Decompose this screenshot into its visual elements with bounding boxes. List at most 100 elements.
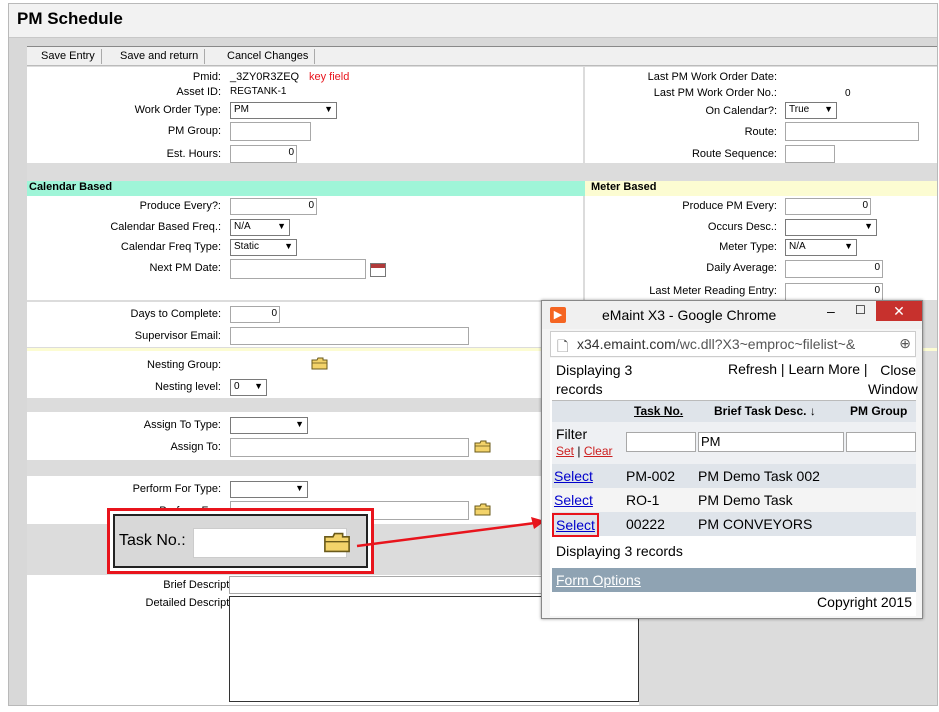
col-brief-task-desc[interactable]: Brief Task Desc. ↓ bbox=[714, 404, 816, 418]
assign-to-input[interactable] bbox=[230, 438, 469, 457]
nesting-level-label: Nesting level: bbox=[154, 381, 221, 393]
col-pm-group[interactable]: PM Group bbox=[850, 404, 907, 418]
folder-icon[interactable] bbox=[474, 440, 491, 453]
calendar-freq-select[interactable]: N/A ▼ bbox=[230, 219, 290, 236]
next-pm-date-input[interactable] bbox=[230, 259, 366, 279]
minimize-icon[interactable]: – bbox=[827, 303, 835, 319]
table-header: Task No. Brief Task Desc. ↓ PM Group bbox=[552, 400, 916, 422]
last-pm-no-value: 0 bbox=[845, 88, 851, 99]
produce-every-input[interactable]: 0 bbox=[230, 198, 317, 215]
zoom-icon[interactable]: ⊕ bbox=[899, 335, 911, 352]
col-brief-label: Brief Task Desc. bbox=[714, 404, 807, 418]
assign-to-label: Assign To: bbox=[170, 441, 221, 453]
refresh-link[interactable]: Refresh bbox=[728, 361, 777, 377]
chevron-down-icon: ▼ bbox=[295, 483, 304, 493]
row-brief-desc: PM Demo Task bbox=[698, 492, 793, 508]
emaint-popup-window: ▶ eMaint X3 - Google Chrome – ☐ ✕ 🗋 x34.e… bbox=[541, 300, 923, 619]
last-meter-reading-label: Last Meter Reading Entry: bbox=[649, 285, 777, 297]
perform-for-type-select[interactable]: ▼ bbox=[230, 481, 308, 498]
chevron-down-icon: ▼ bbox=[277, 221, 286, 231]
cancel-changes-button[interactable]: Cancel Changes bbox=[221, 49, 316, 64]
assign-to-type-label: Assign To Type: bbox=[143, 419, 221, 431]
filter-set-link[interactable]: Set bbox=[556, 444, 574, 458]
pmid-label: Pmid: bbox=[192, 71, 221, 83]
filter-links: Set | Clear bbox=[556, 444, 613, 458]
maximize-icon[interactable]: ☐ bbox=[855, 303, 866, 317]
meter-type-select[interactable]: N/A ▼ bbox=[785, 239, 857, 256]
chevron-down-icon: ▼ bbox=[864, 221, 873, 231]
est-hours-label: Est. Hours: bbox=[166, 148, 221, 160]
select-link[interactable]: Select bbox=[554, 468, 593, 484]
row-brief-desc: PM Demo Task 002 bbox=[698, 468, 820, 484]
filter-brief-input[interactable]: PM bbox=[698, 432, 844, 452]
est-hours-input[interactable]: 0 bbox=[230, 145, 297, 163]
displaying-records-bottom: Displaying 3 records bbox=[556, 543, 683, 559]
close-icon[interactable]: ✕ bbox=[876, 301, 922, 321]
folder-icon[interactable] bbox=[323, 532, 351, 553]
perform-for-type-label: Perform For Type: bbox=[132, 483, 221, 495]
last-meter-reading-input[interactable]: 0 bbox=[785, 283, 883, 301]
table-row: Select 00222 PM CONVEYORS bbox=[552, 512, 916, 537]
route-input[interactable] bbox=[785, 122, 919, 141]
form-options-bar: Form Options bbox=[552, 568, 916, 592]
filter-row: Filter Set | Clear PM bbox=[552, 422, 916, 464]
url-path: /wc.dll?X3~emproc~filelist~& bbox=[675, 336, 856, 352]
produce-every-label: Produce Every?: bbox=[139, 200, 221, 212]
filter-task-input[interactable] bbox=[626, 432, 696, 452]
produce-pm-every-input[interactable]: 0 bbox=[785, 198, 871, 215]
table-row: Select PM-002 PM Demo Task 002 bbox=[552, 464, 916, 488]
page-icon: 🗋 bbox=[557, 338, 569, 354]
save-entry-button[interactable]: Save Entry bbox=[35, 49, 102, 64]
nesting-level-select[interactable]: 0 ▼ bbox=[230, 379, 267, 396]
asset-id-label: Asset ID: bbox=[176, 86, 221, 98]
form-options-link[interactable]: Form Options bbox=[556, 572, 641, 588]
filter-pmgroup-input[interactable] bbox=[846, 432, 916, 452]
row-brief-desc: PM CONVEYORS bbox=[698, 516, 813, 532]
work-order-type-label: Work Order Type: bbox=[134, 104, 221, 116]
nesting-level-value: 0 bbox=[234, 381, 240, 392]
app-icon: ▶ bbox=[550, 307, 566, 323]
row-task-no: RO-1 bbox=[626, 492, 660, 508]
produce-pm-every-label: Produce PM Every: bbox=[682, 200, 777, 212]
calendar-freq-type-select[interactable]: Static ▼ bbox=[230, 239, 297, 256]
chevron-down-icon: ▼ bbox=[844, 241, 853, 251]
nesting-group-label: Nesting Group: bbox=[147, 359, 221, 371]
select-link[interactable]: Select bbox=[554, 492, 593, 508]
pm-group-label: PM Group: bbox=[167, 125, 221, 137]
occurs-desc-select[interactable]: ▼ bbox=[785, 219, 877, 236]
chevron-down-icon: ▼ bbox=[824, 104, 833, 114]
assign-to-type-select[interactable]: ▼ bbox=[230, 417, 308, 434]
col-task-no[interactable]: Task No. bbox=[634, 404, 683, 418]
popup-links: Refresh | Learn More | bbox=[728, 361, 868, 377]
route-sequence-input[interactable] bbox=[785, 145, 835, 163]
toolbar: Save Entry Save and return Cancel Change… bbox=[27, 47, 937, 66]
occurs-desc-label: Occurs Desc.: bbox=[707, 221, 777, 233]
work-order-type-select[interactable]: PM ▼ bbox=[230, 102, 337, 119]
on-calendar-label: On Calendar?: bbox=[705, 105, 777, 117]
meter-based-header: Meter Based bbox=[585, 181, 937, 196]
daily-average-input[interactable]: 0 bbox=[785, 260, 883, 278]
popup-window-title: eMaint X3 - Google Chrome bbox=[602, 307, 777, 323]
address-bar[interactable]: 🗋 x34.emaint.com/wc.dll?X3~emproc~filelis… bbox=[550, 331, 916, 357]
task-no-callout: Task No.: bbox=[107, 508, 374, 574]
url-host: x34.emaint.com bbox=[577, 336, 676, 352]
select-link[interactable]: Select bbox=[552, 513, 599, 537]
calendar-icon[interactable] bbox=[370, 263, 386, 277]
filter-clear-link[interactable]: Clear bbox=[584, 444, 613, 458]
on-calendar-select[interactable]: True ▼ bbox=[785, 102, 837, 119]
supervisor-email-label: Supervisor Email: bbox=[134, 330, 221, 342]
calendar-freq-type-label: Calendar Freq Type: bbox=[120, 241, 221, 253]
daily-average-label: Daily Average: bbox=[706, 262, 777, 274]
learn-more-link[interactable]: Learn More bbox=[788, 361, 860, 377]
copyright-text: Copyright 2015 bbox=[817, 594, 912, 610]
days-to-complete-label: Days to Complete: bbox=[130, 308, 221, 320]
calendar-freq-type-value: Static bbox=[234, 241, 260, 252]
next-pm-date-label: Next PM Date: bbox=[149, 262, 221, 274]
close-window-link[interactable]: Close Window bbox=[868, 361, 918, 399]
filter-label: Filter bbox=[556, 426, 588, 442]
folder-icon[interactable] bbox=[311, 357, 328, 370]
save-and-return-button[interactable]: Save and return bbox=[114, 49, 206, 64]
days-to-complete-input[interactable]: 0 bbox=[230, 306, 280, 323]
supervisor-email-input[interactable] bbox=[230, 327, 469, 345]
pm-group-input[interactable] bbox=[230, 122, 311, 141]
